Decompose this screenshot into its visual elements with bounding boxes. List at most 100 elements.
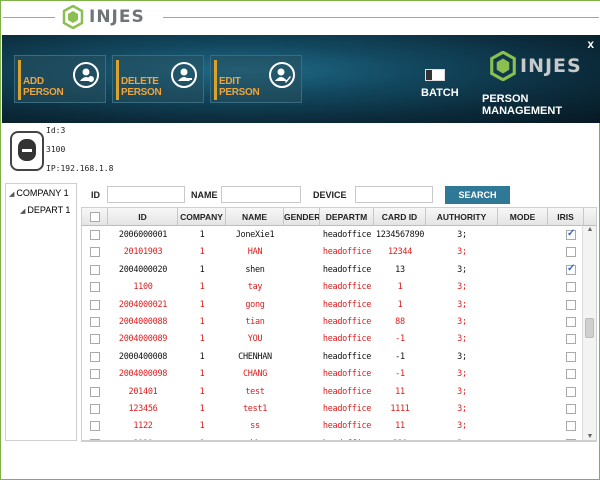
gender-cell bbox=[284, 331, 320, 348]
iris-checkbox[interactable] bbox=[566, 228, 576, 240]
select-all-checkbox-header[interactable] bbox=[82, 208, 108, 226]
edit-person-button[interactable]: EDIT PERSON bbox=[210, 55, 302, 103]
row-select-checkbox[interactable] bbox=[90, 264, 100, 275]
authority-cell: 3; bbox=[457, 351, 467, 362]
row-select-checkbox[interactable] bbox=[90, 421, 100, 432]
gender-cell bbox=[284, 227, 320, 244]
table-row[interactable]: 2004000098 1 CHANG headoffice -1 3; bbox=[82, 366, 582, 383]
department-column-header[interactable]: DEPARTM bbox=[320, 208, 374, 226]
table-row[interactable]: 1122 1 ss headoffice 11 3; bbox=[82, 418, 582, 435]
add-person-button[interactable]: ADD PERSON bbox=[14, 55, 106, 103]
iris-checkbox[interactable] bbox=[566, 263, 576, 275]
id-cell: 2004000089 bbox=[118, 334, 168, 345]
name-cell: test1 bbox=[242, 404, 268, 414]
company-cell: 1 bbox=[199, 421, 205, 432]
iris-checkbox[interactable] bbox=[566, 317, 576, 327]
name-search-input[interactable] bbox=[221, 186, 301, 203]
card-id-cell: 12344 bbox=[387, 247, 413, 258]
id-search-input[interactable] bbox=[107, 186, 185, 203]
row-select-checkbox[interactable] bbox=[90, 317, 100, 327]
table-row[interactable]: 2004000020 1 shen headoffice 13 3; bbox=[82, 262, 582, 279]
row-select-checkbox[interactable] bbox=[90, 369, 100, 380]
table-row[interactable]: 2004000089 1 YOU headoffice -1 3; bbox=[82, 331, 582, 348]
iris-checkbox[interactable] bbox=[566, 247, 576, 258]
gender-column-header[interactable]: GENDER bbox=[284, 208, 320, 226]
delete-person-label-line1: DELETE bbox=[121, 76, 159, 87]
table-row[interactable]: 2006000001 1 JoneXie1 headoffice 1234567890 3… bbox=[82, 227, 582, 244]
iris-checkbox[interactable] bbox=[566, 282, 576, 293]
iris-checkbox[interactable] bbox=[566, 386, 576, 397]
gender-cell bbox=[284, 366, 320, 383]
iris-checkbox[interactable] bbox=[566, 351, 576, 362]
card-id-cell: 1234567890 bbox=[375, 230, 425, 240]
device-search-label: DEVICE bbox=[313, 190, 347, 200]
close-icon[interactable]: x bbox=[587, 37, 594, 51]
device-search-input[interactable] bbox=[355, 186, 433, 203]
id-column-header[interactable]: ID bbox=[108, 208, 178, 226]
table-row[interactable]: 2000400008 1 CHENHAN headoffice -1 3; bbox=[82, 349, 582, 366]
row-select-checkbox[interactable] bbox=[90, 282, 100, 293]
mode-cell bbox=[498, 418, 548, 435]
row-select-checkbox[interactable] bbox=[90, 351, 100, 362]
tree-leaf-icon: ◢ bbox=[20, 208, 26, 215]
iris-checkbox[interactable] bbox=[566, 299, 576, 310]
authority-cell: 3; bbox=[457, 386, 467, 397]
name-column-header[interactable]: NAME bbox=[226, 208, 284, 226]
iris-checkbox[interactable] bbox=[566, 421, 576, 432]
row-select-checkbox[interactable] bbox=[90, 404, 100, 414]
user-edit-icon bbox=[269, 62, 295, 88]
department-cell: headoffice bbox=[322, 351, 372, 362]
mode-cell bbox=[498, 227, 548, 244]
name-cell: ss bbox=[250, 421, 260, 432]
row-select-checkbox[interactable] bbox=[90, 299, 100, 310]
table-row[interactable]: 2004000021 1 gong headoffice 1 3; bbox=[82, 297, 582, 314]
tree-node-company[interactable]: ◢ COMPANY 1 bbox=[9, 188, 69, 198]
table-row[interactable]: 2004000088 1 tian headoffice 88 3; bbox=[82, 314, 582, 331]
vertical-scrollbar[interactable]: ▲ ▼ bbox=[582, 226, 596, 440]
scroll-down-icon[interactable]: ▼ bbox=[585, 433, 595, 440]
company-cell: 1 bbox=[199, 282, 205, 293]
authority-column-header[interactable]: AUTHORITY bbox=[426, 208, 498, 226]
company-cell: 1 bbox=[199, 369, 205, 380]
search-button[interactable]: SEARCH bbox=[445, 186, 510, 204]
table-row[interactable]: 20101903 1 HAN headoffice 12344 3; bbox=[82, 244, 582, 261]
add-person-label-line1: ADD bbox=[23, 76, 44, 87]
card-id-cell: 1111 bbox=[390, 404, 410, 414]
tree-expand-icon[interactable]: ◢ bbox=[9, 190, 14, 198]
gender-cell bbox=[284, 314, 320, 331]
delete-person-button[interactable]: DELETE PERSON bbox=[112, 55, 204, 103]
device-panel[interactable]: Id:3 3100 IP:192.168.1.8 bbox=[4, 125, 124, 179]
iris-checkbox[interactable] bbox=[566, 334, 576, 345]
mode-cell bbox=[498, 244, 548, 261]
company-cell: 1 bbox=[199, 317, 205, 327]
row-select-checkbox[interactable] bbox=[90, 247, 100, 258]
id-cell: 1100 bbox=[133, 282, 153, 293]
iris-checkbox[interactable] bbox=[566, 404, 576, 414]
department-cell: headoffice bbox=[322, 282, 372, 293]
card-id-column-header[interactable]: CARD ID bbox=[374, 208, 426, 226]
authority-cell: 3; bbox=[457, 369, 467, 380]
row-select-checkbox[interactable] bbox=[90, 334, 100, 345]
title-divider-right bbox=[163, 17, 599, 18]
table-row[interactable]: 1100 1 tay headoffice 1 3; bbox=[82, 279, 582, 296]
company-column-header[interactable]: COMPANY bbox=[178, 208, 226, 226]
select-all-checkbox[interactable] bbox=[90, 212, 100, 222]
row-select-checkbox[interactable] bbox=[90, 386, 100, 397]
scroll-up-icon[interactable]: ▲ bbox=[585, 226, 595, 233]
department-cell: headoffice bbox=[322, 421, 372, 432]
tree-department-label: DEPART 1 bbox=[27, 205, 71, 215]
batch-button[interactable]: BATCH bbox=[417, 69, 459, 103]
name-cell: tay bbox=[247, 282, 263, 293]
mode-column-header[interactable]: MODE bbox=[498, 208, 548, 226]
name-cell: JoneXie1 bbox=[235, 230, 275, 240]
iris-checkbox[interactable] bbox=[566, 369, 576, 380]
tree-node-department[interactable]: ◢ DEPART 1 bbox=[20, 205, 70, 215]
table-row[interactable]: 201401 1 test headoffice 11 3; bbox=[82, 384, 582, 401]
scroll-thumb[interactable] bbox=[585, 318, 594, 338]
iris-column-header[interactable]: IRIS bbox=[548, 208, 584, 226]
company-cell: 1 bbox=[199, 404, 205, 414]
name-cell: gong bbox=[245, 299, 265, 310]
table-row[interactable]: 123456 1 test1 headoffice 1111 3; bbox=[82, 401, 582, 418]
name-search-label: NAME bbox=[191, 190, 218, 200]
row-select-checkbox[interactable] bbox=[90, 230, 100, 240]
